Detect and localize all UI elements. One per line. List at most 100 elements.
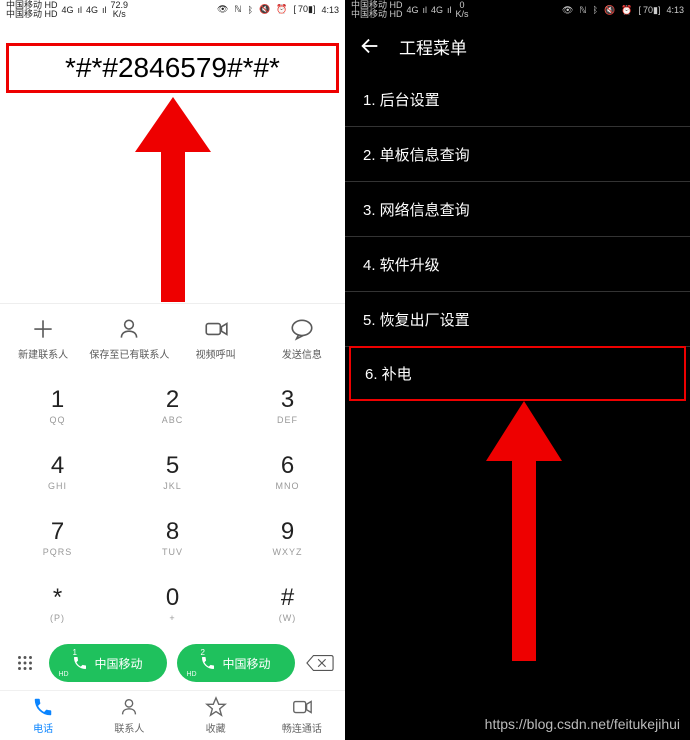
key-3[interactable]: 3DEF — [230, 372, 345, 438]
key-sub: GHI — [48, 481, 67, 491]
person-icon — [116, 316, 142, 342]
nav-contacts-label: 联系人 — [114, 720, 144, 735]
nav-contacts-tab[interactable]: 联系人 — [86, 691, 172, 740]
time-left: 4:13 — [321, 5, 339, 15]
key-9[interactable]: 9WXYZ — [230, 504, 345, 570]
key-2[interactable]: 2ABC — [115, 372, 230, 438]
key-0[interactable]: 0+ — [115, 570, 230, 636]
speed-unit-r: K/s — [456, 9, 469, 19]
key-main: * — [53, 584, 62, 612]
nav-favorites-label: 收藏 — [206, 720, 226, 735]
key-5[interactable]: 5JKL — [115, 438, 230, 504]
menu-item-2[interactable]: 2. 单板信息查询 — [345, 127, 690, 182]
key-*[interactable]: *(P) — [0, 570, 115, 636]
menu-title: 工程菜单 — [399, 34, 467, 59]
status-carrier-left: 中国移动 HD 中国移动 HD 4G ıl 4G ıl 72.9 K/s — [6, 1, 128, 19]
key-main: 8 — [166, 518, 179, 546]
battery-icon: [70▮] — [293, 4, 315, 15]
arrow-space-left — [0, 97, 345, 303]
status-icons-left: 👁 ℕ ᛒ 🔇 ⏰ [70▮] 4:13 — [215, 4, 339, 15]
red-arrow-left — [133, 97, 213, 302]
left-phone-dialer: 中国移动 HD 中国移动 HD 4G ıl 4G ıl 72.9 K/s 👁 ℕ… — [0, 0, 345, 740]
call-btn1-label: 中国移动 — [94, 655, 142, 672]
hd-label2: HD — [187, 671, 197, 678]
menu-item-5[interactable]: 5. 恢复出厂设置 — [345, 292, 690, 347]
carrier-line2: 中国移动 HD — [6, 9, 58, 19]
bluetooth-icon-r: ᛒ — [593, 5, 598, 15]
backspace-button[interactable] — [305, 653, 335, 673]
mute-icon-r: 🔇 — [604, 5, 615, 16]
key-main: 9 — [281, 518, 294, 546]
back-arrow-button[interactable] — [359, 35, 381, 57]
dial-display-wrap: *#*#2846579#*#* — [0, 19, 345, 97]
signal-4g-1: 4G — [62, 5, 74, 15]
mute-icon: 🔇 — [259, 4, 270, 15]
nav-favorites-tab[interactable]: 收藏 — [173, 691, 259, 740]
key-sub: ABC — [162, 415, 184, 425]
call-row: 1 中国移动 HD 2 中国移动 HD — [0, 636, 345, 690]
new-contact-label: 新建联系人 — [18, 346, 68, 361]
signal-4g-1-r: 4G — [407, 5, 419, 15]
hd-label1: HD — [59, 671, 69, 678]
nfc-icon-r: ℕ — [579, 5, 586, 16]
key-sub: MNO — [276, 481, 300, 491]
menu-item-3[interactable]: 3. 网络信息查询 — [345, 182, 690, 237]
speed-unit-left: K/s — [113, 9, 126, 19]
eye-icon-r: 👁 — [562, 5, 573, 16]
key-1[interactable]: 1QQ — [0, 372, 115, 438]
signal-4g-2-r: 4G — [431, 5, 443, 15]
bottom-nav: 电话 联系人 收藏 畅连通话 — [0, 690, 345, 740]
key-8[interactable]: 8TUV — [115, 504, 230, 570]
key-sub: DEF — [277, 415, 298, 425]
key-main: 3 — [281, 386, 294, 414]
key-sub: + — [169, 613, 175, 623]
send-msg-label: 发送信息 — [282, 346, 322, 361]
call-button-sim2[interactable]: 2 中国移动 HD — [177, 644, 295, 682]
new-contact-button[interactable]: 新建联系人 — [0, 304, 86, 372]
video-call-label: 视频呼叫 — [196, 346, 236, 361]
watermark: https://blog.csdn.net/feitukejihui — [485, 716, 680, 732]
save-contact-button[interactable]: 保存至已有联系人 — [86, 304, 172, 372]
call-button-sim1[interactable]: 1 中国移动 HD — [49, 644, 167, 682]
video-call-button[interactable]: 视频呼叫 — [173, 304, 259, 372]
key-4[interactable]: 4GHI — [0, 438, 115, 504]
dialed-number-highlight[interactable]: *#*#2846579#*#* — [6, 43, 339, 93]
key-main: 0 — [166, 584, 179, 612]
key-sub: TUV — [162, 547, 183, 557]
keypad-row: *(P)0+#(W) — [0, 570, 345, 636]
key-sub: WXYZ — [273, 547, 303, 557]
carrier-line2-r: 中国移动 HD — [351, 9, 403, 19]
status-bar-right: 中国移动 HD 中国移动 HD 4G ıl 4G ıl 0 K/s 👁 ℕ ᛒ … — [345, 0, 690, 20]
keypad-row: 1QQ2ABC3DEF — [0, 372, 345, 438]
nav-smooth-label: 畅连通话 — [282, 720, 322, 735]
nav-smooth-tab[interactable]: 畅连通话 — [259, 691, 345, 740]
status-carrier-right: 中国移动 HD 中国移动 HD 4G ıl 4G ıl 0 K/s — [351, 1, 469, 19]
menu-item-4[interactable]: 4. 软件升级 — [345, 237, 690, 292]
status-bar-left: 中国移动 HD 中国移动 HD 4G ıl 4G ıl 72.9 K/s 👁 ℕ… — [0, 0, 345, 19]
video-icon — [203, 316, 229, 342]
key-7[interactable]: 7PQRS — [0, 504, 115, 570]
sim2-num: 2 — [201, 648, 205, 657]
time-r: 4:13 — [666, 5, 684, 15]
right-phone-menu: 中国移动 HD 中国移动 HD 4G ıl 4G ıl 0 K/s 👁 ℕ ᛒ … — [345, 0, 690, 740]
speech-icon — [289, 316, 315, 342]
send-msg-button[interactable]: 发送信息 — [259, 304, 345, 372]
key-6[interactable]: 6MNO — [230, 438, 345, 504]
menu-item-6[interactable]: 6. 补电 — [349, 346, 686, 401]
key-sub: QQ — [49, 415, 65, 425]
key-main: 4 — [51, 452, 64, 480]
arrow-space-right — [345, 401, 690, 691]
key-main: # — [281, 584, 294, 612]
key-sub: (P) — [50, 613, 65, 623]
nav-phone-tab[interactable]: 电话 — [0, 691, 86, 740]
menu-item-1[interactable]: 1. 后台设置 — [345, 72, 690, 127]
save-contact-label: 保存至已有联系人 — [89, 346, 169, 361]
key-sub: PQRS — [43, 547, 73, 557]
menu-list: 1. 后台设置2. 单板信息查询3. 网络信息查询4. 软件升级5. 恢复出厂设… — [345, 72, 690, 401]
dialer-action-row: 新建联系人 保存至已有联系人 视频呼叫 发送信息 — [0, 303, 345, 372]
key-main: 7 — [51, 518, 64, 546]
key-#[interactable]: #(W) — [230, 570, 345, 636]
plus-icon — [30, 316, 56, 342]
signal-4g-2: 4G — [86, 5, 98, 15]
dialpad-toggle-icon[interactable] — [11, 649, 39, 677]
